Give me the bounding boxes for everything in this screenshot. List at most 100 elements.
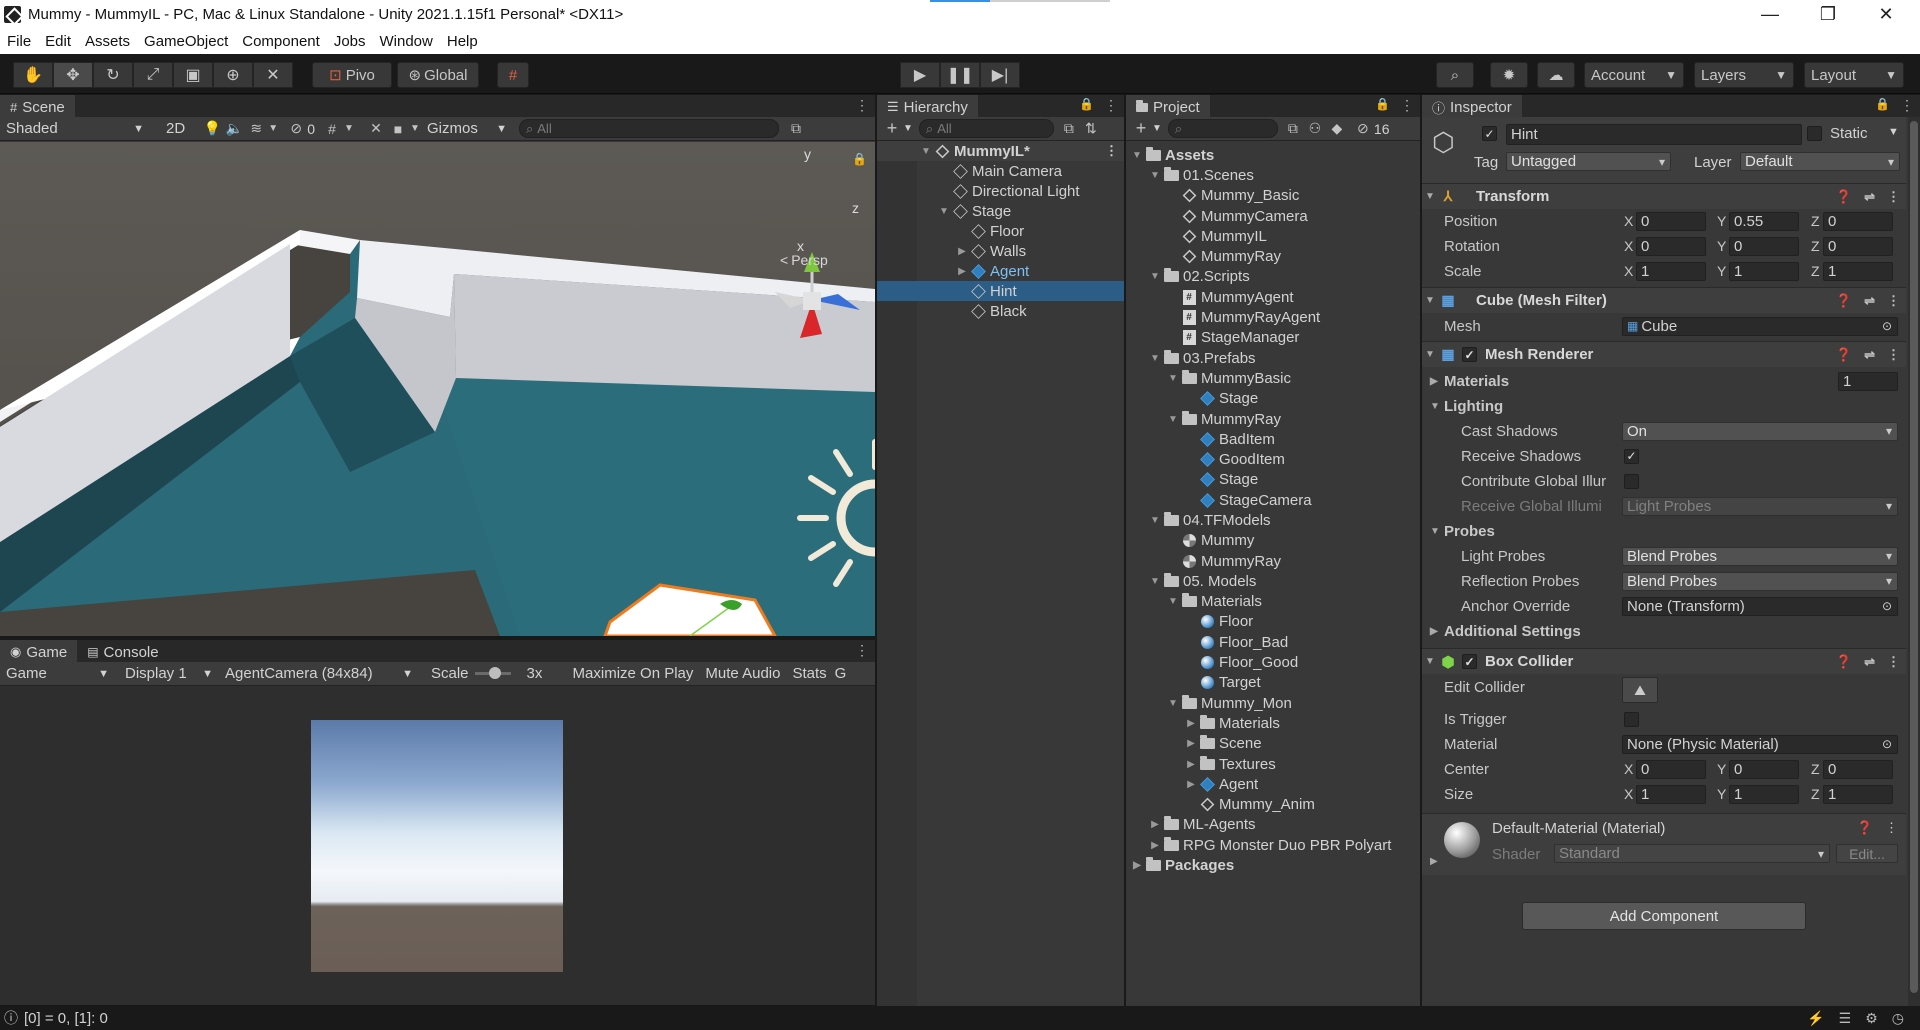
anchor-override-field[interactable]: None (Transform) ⊙ xyxy=(1622,596,1898,616)
project-row[interactable]: ▶ RPG Monster Duo PBR Polyart xyxy=(1126,835,1420,855)
chevron-right-icon[interactable]: ▶ xyxy=(1148,840,1162,851)
project-row[interactable]: Stage xyxy=(1126,470,1420,490)
chevron-right-icon[interactable]: ▶ xyxy=(1184,759,1198,770)
project-row[interactable]: ▶ Agent xyxy=(1126,774,1420,794)
project-row[interactable]: GoodItem xyxy=(1126,449,1420,469)
add-icon[interactable]: + xyxy=(881,118,903,139)
mesh-filter-header[interactable]: ▼ ▦ Cube (Mesh Filter) ❓ ⇌ ⋮ xyxy=(1422,287,1906,313)
rotation-z-field[interactable]: 0 xyxy=(1823,236,1893,256)
mesh-object-field[interactable]: ▦ Cube ⊙ xyxy=(1622,316,1898,336)
scale-x-field[interactable]: 1 xyxy=(1636,261,1706,281)
kebab-menu-icon[interactable]: ⋮ xyxy=(1887,347,1900,363)
chevron-down-icon[interactable]: ▼ xyxy=(937,206,951,217)
hierarchy-row[interactable]: Directional Light xyxy=(877,181,1124,201)
hierarchy-row[interactable]: ▶ Agent xyxy=(877,261,1124,281)
scene-search-input[interactable]: ⌕ All xyxy=(518,119,779,138)
menu-window[interactable]: Window xyxy=(373,33,440,50)
kebab-menu-icon[interactable]: ⋮ xyxy=(1887,293,1900,309)
game-mode-dropdown[interactable]: Game ▼ xyxy=(0,664,115,684)
grid-snap-button[interactable]: # xyxy=(497,62,529,88)
edit-shader-button[interactable]: Edit... xyxy=(1836,844,1898,863)
size-z-field[interactable]: 1 xyxy=(1823,784,1893,804)
project-row[interactable]: ▶ Scene xyxy=(1126,734,1420,754)
help-icon[interactable]: ❓ xyxy=(1836,293,1852,309)
active-checkbox[interactable]: ✓ xyxy=(1482,126,1497,141)
chevron-down-icon[interactable]: ▼ xyxy=(1130,150,1144,161)
chevron-down-icon[interactable]: ▼ xyxy=(1166,414,1180,425)
kebab-menu-icon[interactable]: ⋮ xyxy=(1400,97,1414,114)
rotation-x-field[interactable]: 0 xyxy=(1636,236,1706,256)
scene-viewport[interactable]: y z x 🔒 < Persp xyxy=(0,142,875,636)
project-row[interactable]: ▶ Textures xyxy=(1126,754,1420,774)
tab-console[interactable]: ▤ Console xyxy=(77,640,169,662)
search-filter-icon[interactable]: ⧉ xyxy=(785,119,807,139)
chevron-down-icon[interactable]: ▼ xyxy=(409,119,421,139)
tab-hierarchy[interactable]: ☰ Hierarchy xyxy=(877,95,978,117)
lock-icon[interactable]: 🔒 xyxy=(1079,97,1094,111)
kebab-menu-icon[interactable]: ⋮ xyxy=(1887,654,1900,670)
resolution-dropdown[interactable]: AgentCamera (84x84) ▼ xyxy=(219,664,419,684)
preset-icon[interactable]: ⇌ xyxy=(1864,293,1875,309)
lock-icon[interactable]: 🔒 xyxy=(1875,97,1890,111)
project-row[interactable]: ▼ 05. Models xyxy=(1126,571,1420,591)
hierarchy-scene-row[interactable]: ▼ MummyIL* ⋮ xyxy=(877,141,1124,161)
stats-toggle[interactable]: Stats xyxy=(786,664,832,684)
hierarchy-row[interactable]: ▶ Walls xyxy=(877,241,1124,261)
project-row[interactable]: ▼ Mummy_Mon xyxy=(1126,693,1420,713)
light-probes-dropdown[interactable]: Blend Probes xyxy=(1622,546,1898,566)
layer-dropdown[interactable]: Default xyxy=(1740,152,1900,171)
sort-icon[interactable]: ⇅ xyxy=(1080,119,1102,139)
lighting-icon[interactable]: 💡 xyxy=(201,119,223,139)
tag-dropdown[interactable]: Untagged xyxy=(1506,152,1671,171)
help-icon[interactable]: ❓ xyxy=(1857,820,1873,836)
step-icon[interactable]: ▶| xyxy=(980,62,1020,88)
gizmos-dropdown[interactable]: Gizmos ▼ xyxy=(421,119,511,139)
mode-2d-toggle[interactable]: 2D xyxy=(160,119,191,139)
project-row[interactable]: ▶ Packages xyxy=(1126,855,1420,875)
chevron-down-icon[interactable]: ▼ xyxy=(1166,373,1180,384)
label-filter-icon[interactable]: ◆ xyxy=(1326,119,1348,139)
chevron-down-icon[interactable]: ▼ xyxy=(267,119,279,139)
menu-component[interactable]: Component xyxy=(235,33,327,50)
layout-dropdown[interactable]: Layout ▼ xyxy=(1804,62,1904,88)
account-dropdown[interactable]: Account ▼ xyxy=(1584,62,1684,88)
restore-icon[interactable]: ❐ xyxy=(1799,0,1857,29)
size-y-field[interactable]: 1 xyxy=(1729,784,1799,804)
project-row[interactable]: # StageManager xyxy=(1126,328,1420,348)
tools-icon[interactable]: ✕ xyxy=(365,119,387,139)
chevron-down-icon[interactable]: ▼ xyxy=(1166,596,1180,607)
additional-settings-foldout[interactable]: ▶ Additional Settings xyxy=(1422,621,1906,641)
hierarchy-row[interactable]: ▼ Stage xyxy=(877,201,1124,221)
project-row[interactable]: ▼ 03.Prefabs xyxy=(1126,348,1420,368)
box-collider-header[interactable]: ▼ ⬢ ✓ Box Collider ❓ ⇌ ⋮ xyxy=(1422,648,1906,674)
rotation-y-field[interactable]: 0 xyxy=(1729,236,1799,256)
hierarchy-row[interactable]: Hint xyxy=(877,281,1124,301)
reflection-probes-dropdown[interactable]: Blend Probes xyxy=(1622,571,1898,591)
help-icon[interactable]: ❓ xyxy=(1836,654,1852,670)
project-row[interactable]: Stage xyxy=(1126,389,1420,409)
hierarchy-row[interactable]: Black xyxy=(877,301,1124,321)
scale-y-field[interactable]: 1 xyxy=(1729,261,1799,281)
chevron-right-icon[interactable]: ▶ xyxy=(1148,819,1162,830)
is-trigger-checkbox[interactable] xyxy=(1624,711,1639,727)
physic-material-field[interactable]: None (Physic Material) ⊙ xyxy=(1622,734,1898,754)
minimize-icon[interactable]: — xyxy=(1741,0,1799,29)
gizmos-toggle[interactable]: G xyxy=(833,664,849,684)
probes-foldout[interactable]: ▼ Probes xyxy=(1422,521,1906,541)
settings-button[interactable]: ✹ xyxy=(1490,62,1528,88)
chevron-right-icon[interactable]: ▶ xyxy=(955,266,969,277)
project-row[interactable]: Floor xyxy=(1126,612,1420,632)
maximize-on-play-toggle[interactable]: Maximize On Play xyxy=(567,664,700,684)
project-row[interactable]: ▼ 02.Scripts xyxy=(1126,267,1420,287)
chevron-down-icon[interactable]: ▼ xyxy=(1148,170,1162,181)
position-y-field[interactable]: 0.55 xyxy=(1729,211,1799,231)
tab-game[interactable]: ◉ Game xyxy=(0,640,78,662)
chevron-down-icon[interactable]: ▼ xyxy=(343,119,355,139)
hierarchy-search-input[interactable]: ⌕ All xyxy=(918,119,1054,138)
cache-icon[interactable]: ☰ xyxy=(1839,1010,1852,1027)
position-z-field[interactable]: 0 xyxy=(1823,211,1893,231)
shading-mode-dropdown[interactable]: Shaded ▼ xyxy=(0,119,150,139)
chevron-down-icon[interactable]: ▼ xyxy=(1148,576,1162,587)
project-row[interactable]: ▼ Materials xyxy=(1126,592,1420,612)
global-toggle[interactable]: ⊛ Global xyxy=(397,62,479,88)
